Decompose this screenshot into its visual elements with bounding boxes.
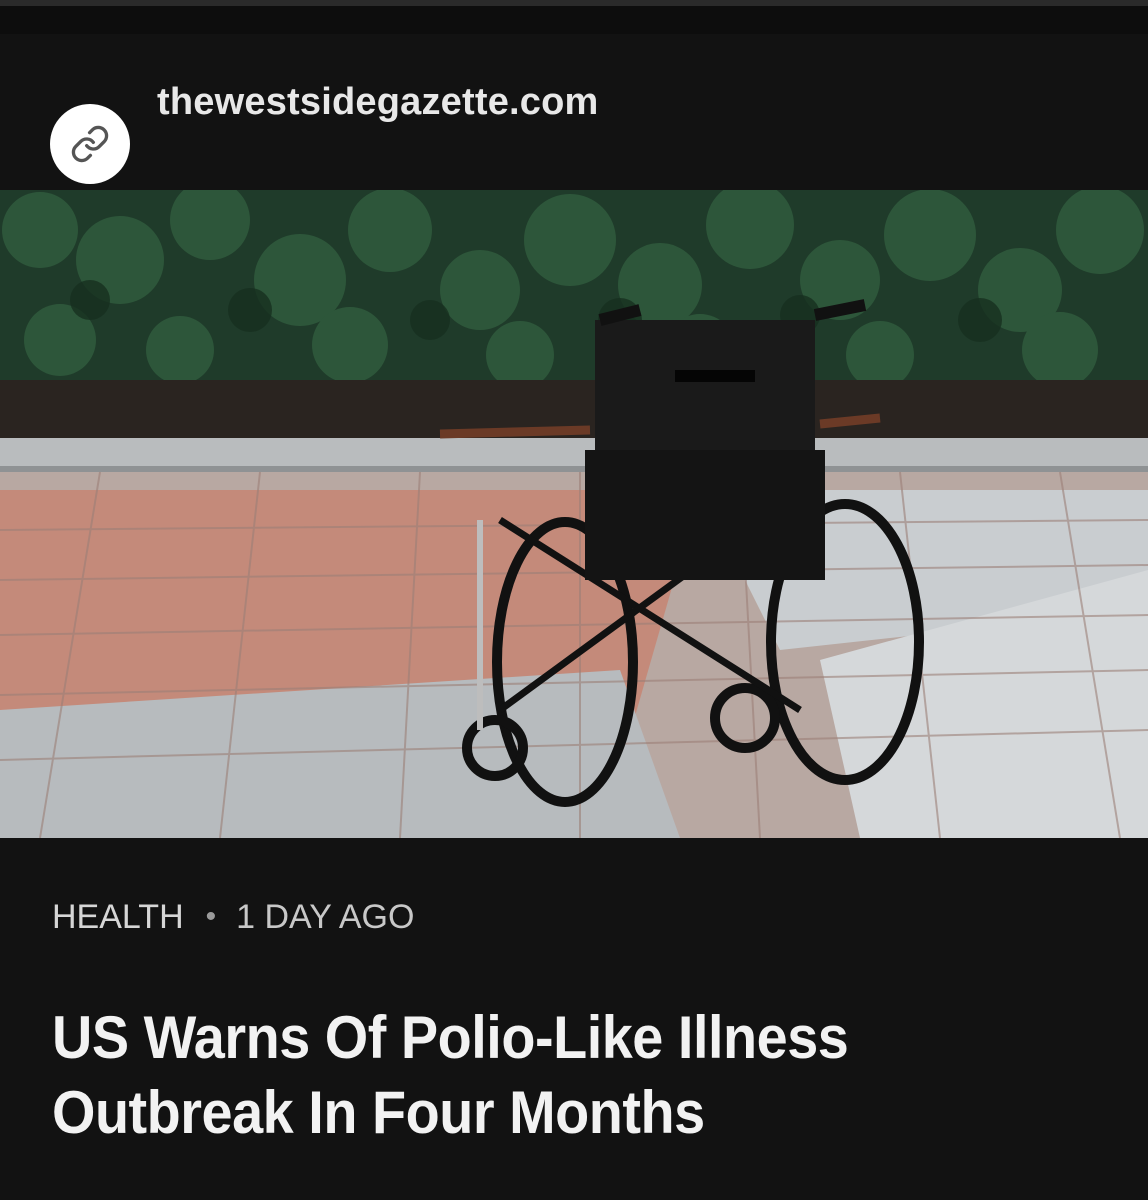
source-domain[interactable]: thewestsidegazette.com <box>157 80 599 124</box>
hero-image[interactable] <box>0 190 1148 838</box>
timestamp: 1 DAY AGO <box>236 898 415 936</box>
top-edge-divider <box>0 0 1148 6</box>
top-strip <box>0 0 1148 34</box>
article-headline[interactable]: US Warns Of Polio-Like Illness Outbreak … <box>52 1000 1038 1150</box>
link-icon <box>50 104 130 184</box>
category-label[interactable]: HEALTH <box>52 897 184 937</box>
article-card[interactable]: thewestsidegazette.com HEALTH • 1 DAY AG… <box>0 0 1148 1200</box>
article-meta: HEALTH • 1 DAY AGO <box>52 897 414 937</box>
meta-separator: • <box>205 900 217 933</box>
